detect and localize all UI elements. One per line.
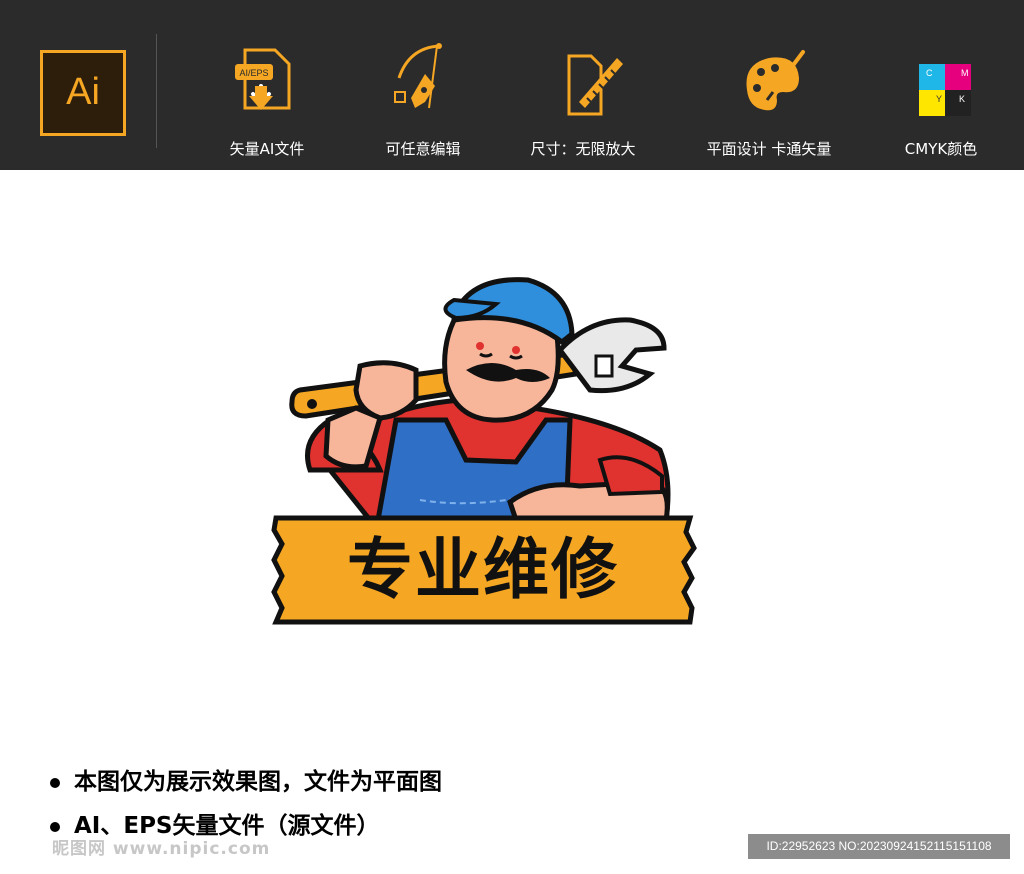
watermark: 昵图网 www.nipic.com: [52, 839, 271, 859]
illustrator-logo-icon: Ai: [40, 50, 126, 136]
feature-label: 平面设计 卡通矢量: [706, 140, 832, 158]
bullet-icon: [50, 821, 60, 832]
feature-label: 矢量AI文件: [229, 140, 305, 158]
note-item: 本图仅为展示效果图，文件为平面图: [50, 762, 442, 796]
cmyk-puzzle-icon: C M Y K: [919, 64, 971, 116]
feature-graphic-design: 平面设计 卡通矢量: [694, 36, 844, 166]
feature-label: 尺寸：无限放大: [530, 140, 636, 158]
feature-label: 可任意编辑: [385, 140, 461, 158]
divider: [156, 34, 157, 148]
note-text: 本图仅为展示效果图，文件为平面图: [74, 769, 442, 795]
cmyk-letter: M: [961, 68, 969, 78]
file-badge: AI/EPS: [239, 68, 268, 78]
feature-unlimited-size: 尺寸：无限放大: [508, 36, 658, 166]
cmyk-letter: C: [926, 68, 933, 78]
app-logo-text: Ai: [66, 71, 100, 113]
banner-title: 专业维修: [347, 531, 619, 608]
feature-editable: 可任意编辑: [348, 36, 498, 166]
file-download-icon: AI/EPS: [235, 48, 291, 110]
cmyk-letter: K: [959, 94, 965, 104]
pen-tool-icon: [394, 43, 442, 109]
feature-bar: Ai AI/EPS 矢量AI文件 可任意编辑 尺寸：无限放大 平面设计 卡通矢量…: [0, 0, 1024, 170]
feature-cmyk: C M Y K CMYK颜色: [866, 36, 1016, 166]
bullet-icon: [50, 777, 60, 788]
palette-icon: [746, 50, 805, 111]
feature-label: CMYK颜色: [904, 140, 978, 158]
cmyk-letter: Y: [936, 94, 942, 104]
ruler-icon: [567, 54, 623, 116]
feature-vector-file: AI/EPS 矢量AI文件: [192, 36, 342, 166]
image-id-badge: ID:22952623 NO:20230924152115151108: [748, 834, 1010, 859]
